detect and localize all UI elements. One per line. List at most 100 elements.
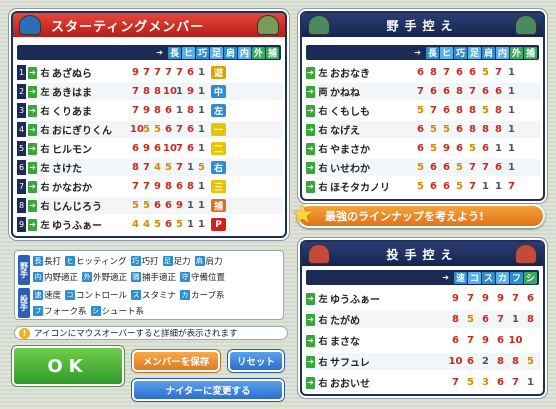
- column-header-7[interactable]: 捕: [266, 46, 279, 59]
- column-header-5[interactable]: 内: [496, 46, 509, 59]
- swap-arrow-icon[interactable]: ➔: [306, 292, 315, 305]
- player-name[interactable]: サフュレ: [330, 354, 448, 369]
- column-header-4[interactable]: 肩: [224, 46, 237, 59]
- swap-arrow-icon[interactable]: ➔: [306, 334, 315, 347]
- player-name[interactable]: かなおか: [52, 179, 130, 194]
- column-header-2[interactable]: 巧: [196, 46, 209, 59]
- position-badge[interactable]: 右: [211, 161, 226, 174]
- table-row[interactable]: ➔ 右サフュレ 10 6 2 8 8 5: [306, 353, 541, 370]
- swap-arrow-icon[interactable]: ➔: [306, 142, 315, 155]
- column-header-1[interactable]: コ: [468, 271, 481, 284]
- column-header-2[interactable]: 巧: [454, 46, 467, 59]
- swap-arrow-icon[interactable]: ➔: [28, 218, 37, 231]
- position-badge[interactable]: 三: [211, 180, 226, 193]
- player-name[interactable]: ほそタカノリ: [330, 179, 414, 194]
- player-name[interactable]: いせわか: [330, 160, 414, 175]
- swap-arrow-icon[interactable]: ➔: [306, 355, 315, 368]
- position-badge[interactable]: P: [211, 218, 226, 231]
- table-row[interactable]: 7 ➔ 右かなおか 7 7 9 8 6 8 1 三: [17, 178, 283, 195]
- table-row[interactable]: ➔ 左ゆうふぁー 9 7 9 9 7 6: [306, 290, 541, 307]
- player-name[interactable]: あざぬら: [52, 65, 130, 80]
- swap-arrow-icon[interactable]: ➔: [28, 180, 37, 193]
- player-name[interactable]: おおなき: [330, 65, 414, 80]
- save-members-button[interactable]: メンバーを保存: [132, 350, 220, 372]
- table-row[interactable]: 5 ➔ 右ヒルモン 6 9 6 10 7 6 1 二: [17, 140, 283, 157]
- column-header-7[interactable]: 捕: [524, 46, 537, 59]
- position-badge[interactable]: 左: [211, 104, 226, 117]
- player-name[interactable]: くもしも: [330, 103, 414, 118]
- player-name[interactable]: おおいせ: [330, 375, 448, 390]
- swap-arrow-icon[interactable]: ➔: [306, 104, 315, 117]
- column-header-3[interactable]: カ: [496, 271, 509, 284]
- sort-arrow-icon[interactable]: ➔: [442, 273, 449, 282]
- swap-arrow-icon[interactable]: ➔: [28, 199, 37, 212]
- column-header-3[interactable]: 足: [210, 46, 223, 59]
- column-header-1[interactable]: ヒ: [440, 46, 453, 59]
- column-header-0[interactable]: 長: [426, 46, 439, 59]
- table-row[interactable]: ➔ 右なげえ 6 5 5 6 8 8 8 1: [306, 121, 541, 138]
- swap-arrow-icon[interactable]: ➔: [28, 161, 37, 174]
- column-header-3[interactable]: 足: [468, 46, 481, 59]
- table-row[interactable]: 4 ➔ 右おにぎりくん 10 5 5 6 7 6 1 一: [17, 121, 283, 138]
- player-name[interactable]: たがめ: [330, 312, 448, 327]
- table-row[interactable]: ➔ 左おおなき 6 8 7 6 6 5 7 1: [306, 64, 541, 81]
- column-header-0[interactable]: 速: [454, 271, 467, 284]
- table-row[interactable]: 9 ➔ 左ゆうふぁー 4 4 5 6 5 1 1 P: [17, 216, 283, 233]
- swap-arrow-icon[interactable]: ➔: [306, 376, 315, 389]
- swap-arrow-icon[interactable]: ➔: [28, 104, 37, 117]
- player-name[interactable]: ゆうふぁー: [52, 217, 130, 232]
- player-name[interactable]: ゆうふぁー: [330, 291, 448, 306]
- column-header-6[interactable]: 外: [252, 46, 265, 59]
- player-name[interactable]: じんじろう: [52, 198, 130, 213]
- table-row[interactable]: ➔ 右たがめ 8 5 6 7 1 8: [306, 311, 541, 328]
- table-row[interactable]: 3 ➔ 右くりあま 7 9 8 6 1 8 1 左: [17, 102, 283, 119]
- player-name[interactable]: くりあま: [52, 103, 130, 118]
- nighter-toggle-button[interactable]: ナイターに変更する: [132, 379, 284, 401]
- sort-arrow-icon[interactable]: ➔: [156, 48, 163, 57]
- player-name[interactable]: やまさか: [330, 141, 414, 156]
- table-row[interactable]: ➔ 右おおいせ 7 5 3 6 7 1: [306, 374, 541, 391]
- swap-arrow-icon[interactable]: ➔: [306, 123, 315, 136]
- position-badge[interactable]: 一: [211, 123, 226, 136]
- swap-arrow-icon[interactable]: ➔: [28, 66, 37, 79]
- column-header-4[interactable]: 肩: [482, 46, 495, 59]
- swap-arrow-icon[interactable]: ➔: [306, 66, 315, 79]
- sort-arrow-icon[interactable]: ➔: [414, 48, 421, 57]
- table-row[interactable]: ➔ 右くもしも 5 7 6 8 8 5 8 1: [306, 102, 541, 119]
- player-name[interactable]: さけた: [52, 160, 130, 175]
- position-badge[interactable]: 二: [211, 142, 226, 155]
- ok-button[interactable]: OK: [12, 346, 124, 386]
- column-header-1[interactable]: ヒ: [182, 46, 195, 59]
- table-row[interactable]: ➔ 右ほそタカノリ 5 6 6 5 7 1 1 7: [306, 178, 541, 195]
- column-header-5[interactable]: 内: [238, 46, 251, 59]
- table-row[interactable]: ➔ 両かねね 7 6 6 8 7 6 6 1: [306, 83, 541, 100]
- column-header-0[interactable]: 長: [168, 46, 181, 59]
- table-row[interactable]: 1 ➔ 右あざぬら 9 7 7 7 7 6 1 遊: [17, 64, 283, 81]
- table-row[interactable]: 6 ➔ 左さけた 8 7 4 5 7 1 5 右: [17, 159, 283, 176]
- table-row[interactable]: ➔ 右まさな 6 7 9 6 10: [306, 332, 541, 349]
- column-header-2[interactable]: ス: [482, 271, 495, 284]
- player-name[interactable]: まさな: [330, 333, 448, 348]
- player-name[interactable]: あきはま: [52, 84, 130, 99]
- swap-arrow-icon[interactable]: ➔: [28, 85, 37, 98]
- reset-button[interactable]: リセット: [228, 350, 284, 372]
- player-name[interactable]: かねね: [330, 84, 414, 99]
- position-badge[interactable]: 遊: [211, 66, 226, 79]
- column-header-5[interactable]: シ: [524, 271, 537, 284]
- player-name[interactable]: なげえ: [330, 122, 414, 137]
- table-row[interactable]: 8 ➔ 右じんじろう 5 5 6 6 9 1 1 捕: [17, 197, 283, 214]
- player-name[interactable]: おにぎりくん: [52, 122, 130, 137]
- swap-arrow-icon[interactable]: ➔: [306, 180, 315, 193]
- column-header-6[interactable]: 外: [510, 46, 523, 59]
- position-badge[interactable]: 中: [211, 85, 226, 98]
- table-row[interactable]: 2 ➔ 左あきはま 7 8 8 10 1 9 1 中: [17, 83, 283, 100]
- table-row[interactable]: ➔ 右やまさか 6 5 9 6 5 6 1 1: [306, 140, 541, 157]
- swap-arrow-icon[interactable]: ➔: [306, 85, 315, 98]
- table-row[interactable]: ➔ 右いせわか 5 6 6 5 7 7 6 1: [306, 159, 541, 176]
- swap-arrow-icon[interactable]: ➔: [306, 313, 315, 326]
- position-badge[interactable]: 捕: [211, 199, 226, 212]
- swap-arrow-icon[interactable]: ➔: [28, 142, 37, 155]
- swap-arrow-icon[interactable]: ➔: [306, 161, 315, 174]
- column-header-4[interactable]: フ: [510, 271, 523, 284]
- swap-arrow-icon[interactable]: ➔: [28, 123, 37, 136]
